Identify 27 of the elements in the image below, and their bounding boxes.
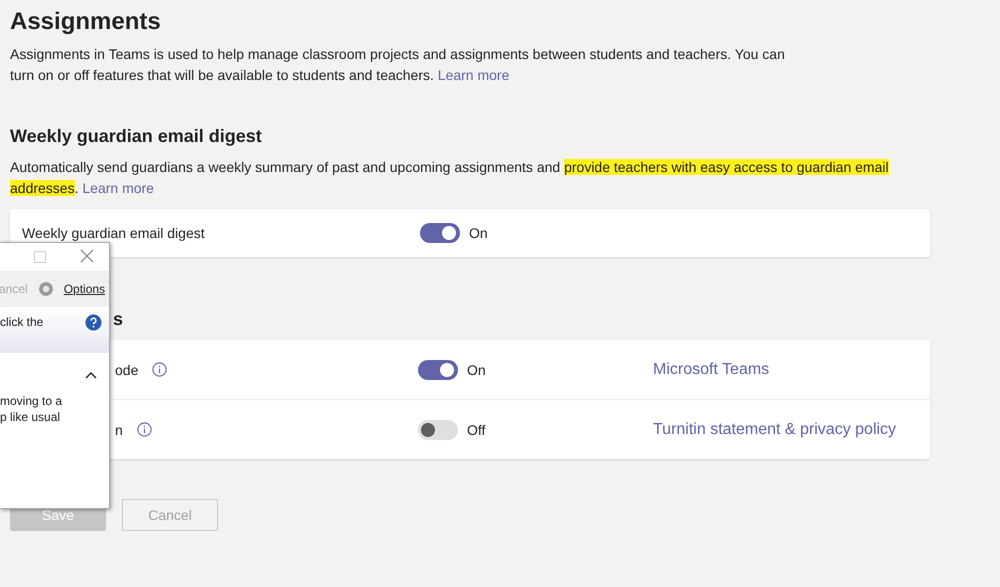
toggle-switch[interactable] — [418, 420, 458, 440]
chevron-up-icon[interactable] — [85, 371, 97, 379]
page-title: Assignments — [10, 8, 162, 36]
section-heading: Weekly guardian email digest — [10, 126, 263, 147]
digest-description: Automatically send guardians a weekly summary of past and upcoming assignments and provide teachers with easy access to guardian email addresses. Learn more — [10, 158, 890, 198]
learn-more-link[interactable]: Learn more — [82, 180, 154, 196]
setting-label: Weekly guardian email digest — [22, 225, 205, 241]
toggle-switch[interactable] — [420, 223, 460, 243]
help-icon[interactable] — [85, 314, 102, 331]
setting-label: n — [115, 422, 123, 438]
dialog-text: p like usual — [0, 409, 62, 425]
info-icon[interactable] — [152, 362, 168, 377]
intro-paragraph: Assignments in Teams is used to help manage classroom projects and assignments between students and teachers. You can turn on or off features that will be available to students and teachers. Learn more — [10, 45, 786, 85]
toggle-switch[interactable] — [418, 360, 458, 380]
info-icon[interactable] — [136, 422, 152, 437]
help-text: click the — [0, 315, 44, 329]
toggle-state: Off — [467, 422, 486, 438]
section-heading: s — [113, 309, 124, 330]
toggle-state: On — [467, 362, 487, 378]
policy-link[interactable]: Microsoft Teams — [653, 360, 770, 378]
close-icon[interactable] — [80, 249, 94, 263]
options-button[interactable]: Options — [64, 282, 106, 296]
setting-label: ode — [115, 362, 138, 378]
learn-more-link[interactable]: Learn more — [438, 67, 510, 83]
dialog-text: moving to a — [0, 393, 64, 409]
toggle-state: On — [469, 225, 489, 241]
policy-link[interactable]: Turnitin statement & privacy policy — [653, 420, 896, 438]
